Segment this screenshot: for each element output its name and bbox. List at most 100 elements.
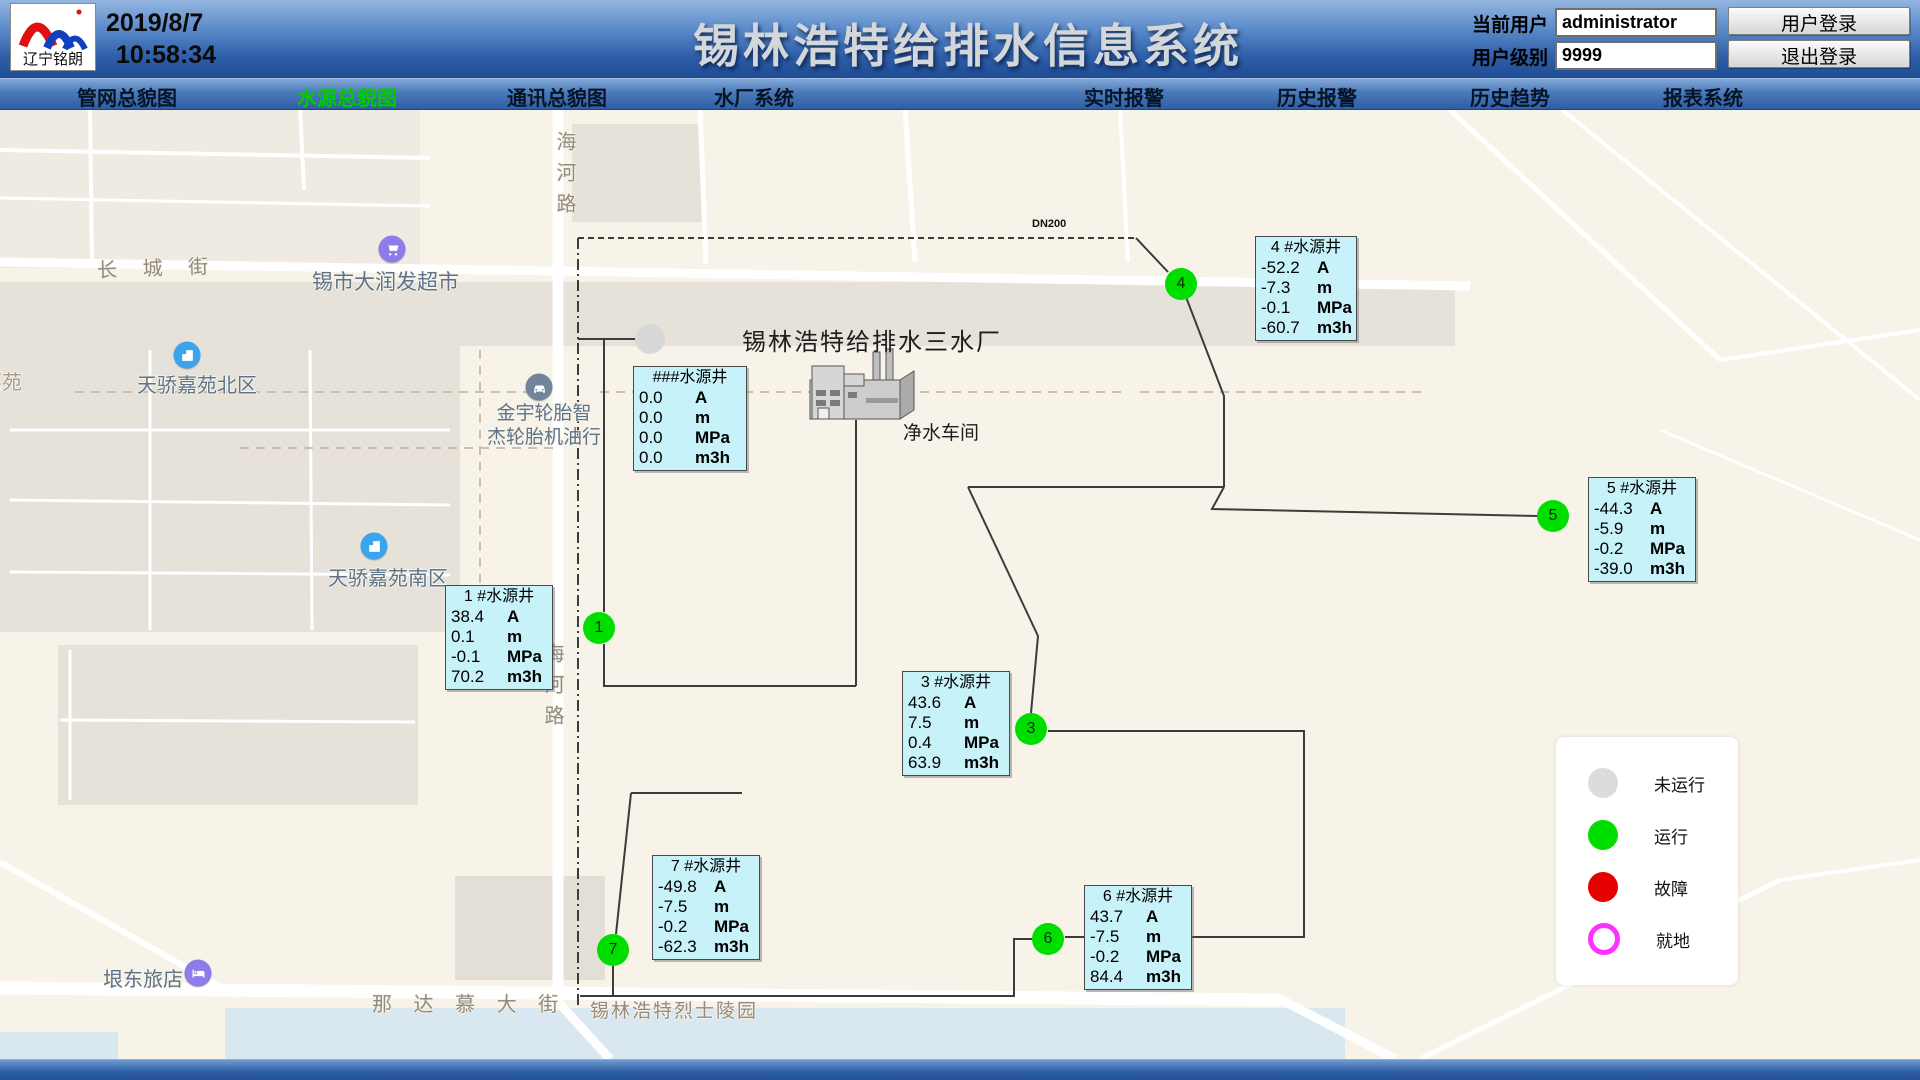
value-level: 7.5 [908, 713, 964, 733]
well-row-current: -52.2A [1256, 258, 1356, 278]
unit-flow: m3h [964, 753, 999, 773]
status-legend: 未运行 运行 故障 就地 [1556, 737, 1738, 985]
well-row-current: -44.3A [1589, 499, 1695, 519]
poi-label-south-residence: 天骄嘉苑南区 [328, 562, 448, 591]
current-date: 2019/8/7 [106, 7, 216, 39]
nav-waterworks-system[interactable]: 水厂系统 [714, 82, 794, 111]
login-button[interactable]: 用户登录 [1728, 7, 1910, 35]
unit-pressure: MPa [507, 647, 542, 667]
value-pressure: -0.1 [451, 647, 507, 667]
well-marker-6[interactable]: 6 [1032, 923, 1064, 955]
value-current: 43.6 [908, 693, 964, 713]
nav-pipe-network-overview[interactable]: 管网总貌图 [77, 82, 177, 111]
unit-level: m [1317, 278, 1332, 298]
scada-screen: 长 城 街 海河路 海河路 那 达 慕 大 街 锡林浩特烈士陵园 天骄嘉苑 锡市… [0, 0, 1920, 1080]
poi-label-tire-line1: 金宇轮胎智 [487, 402, 601, 426]
value-pressure: -0.2 [1594, 539, 1650, 559]
unit-current: A [1317, 258, 1329, 278]
supermarket-badge [379, 236, 406, 263]
well-row-flow: -39.0m3h [1589, 559, 1695, 579]
unit-flow: m3h [1146, 967, 1181, 987]
building-icon [366, 538, 382, 554]
unit-flow: m3h [695, 448, 730, 468]
nav-history-alarm[interactable]: 历史报警 [1277, 82, 1357, 111]
well-box-title: 4 #水源井 [1256, 237, 1356, 258]
well-marker-1[interactable]: 1 [583, 612, 615, 644]
map-blocks [0, 108, 1455, 980]
well-row-pressure: -0.2MPa [1589, 539, 1695, 559]
cart-icon [384, 241, 400, 257]
current-user-input[interactable] [1555, 8, 1717, 37]
well-row-level: -5.9m [1589, 519, 1695, 539]
well-box-3: 3 #水源井 43.6A 7.5m 0.4MPa 63.9m3h [902, 671, 1010, 776]
nav-history-trend[interactable]: 历史趋势 [1470, 82, 1550, 111]
unit-level: m [695, 408, 710, 428]
value-level: -7.5 [1090, 927, 1146, 947]
poi-label-tire-line2: 杰轮胎机油行 [487, 426, 601, 450]
well-row-flow: -62.3m3h [653, 937, 759, 957]
notrunning-status-icon [1588, 768, 1618, 798]
well-row-level: -7.3m [1256, 278, 1356, 298]
value-flow: 0.0 [639, 448, 695, 468]
well-marker-4[interactable]: 4 [1165, 268, 1197, 300]
bed-icon [190, 965, 206, 981]
well-box-4: 4 #水源井 -52.2A -7.3m -0.1MPa -60.7m3h [1255, 236, 1357, 341]
value-flow: -62.3 [658, 937, 714, 957]
logout-button[interactable]: 退出登录 [1728, 40, 1910, 68]
header-bar: 辽宁铭朗 2019/8/7 10:58:34 锡林浩特给排水信息系统 当前用户 … [0, 0, 1920, 79]
unit-pressure: MPa [1146, 947, 1181, 967]
well-box-title: 5 #水源井 [1589, 478, 1695, 499]
unit-pressure: MPa [1317, 298, 1352, 318]
value-current: 0.0 [639, 388, 695, 408]
street-label-haihe-north: 海河路 [550, 131, 579, 224]
unit-pressure: MPa [695, 428, 730, 448]
value-current: 43.7 [1090, 907, 1146, 927]
datetime-display: 2019/8/7 10:58:34 [106, 7, 216, 71]
well-row-flow: 84.4m3h [1085, 967, 1191, 987]
value-level: 0.1 [451, 627, 507, 647]
legend-item-running: 运行 [1556, 809, 1738, 861]
nav-realtime-alarm[interactable]: 实时报警 [1084, 82, 1164, 111]
bottom-status-bar [0, 1059, 1920, 1080]
plant-title: 锡林浩特给排水三水厂 [742, 322, 1002, 357]
well-marker-5[interactable]: 5 [1537, 500, 1569, 532]
well-marker-3[interactable]: 3 [1015, 713, 1047, 745]
nav-water-source-overview[interactable]: 水源总貌图 [297, 82, 397, 111]
car-icon [531, 379, 547, 395]
unit-pressure: MPa [714, 917, 749, 937]
well-row-level: -7.5m [1085, 927, 1191, 947]
well-marker-7[interactable]: 7 [597, 934, 629, 966]
unit-current: A [1650, 499, 1662, 519]
hotel-badge [185, 960, 212, 987]
well-row-pressure: -0.1MPa [1256, 298, 1356, 318]
marker-number: 1 [595, 619, 604, 637]
user-level-input[interactable] [1555, 41, 1717, 70]
plant-status-marker[interactable] [635, 324, 665, 354]
poi-label-cemetery: 锡林浩特烈士陵园 [590, 996, 758, 1023]
unit-current: A [507, 607, 519, 627]
fault-status-icon [1588, 872, 1618, 902]
value-flow: 84.4 [1090, 967, 1146, 987]
nav-report-system[interactable]: 报表系统 [1663, 82, 1743, 111]
well-row-level: -7.5m [653, 897, 759, 917]
unit-current: A [695, 388, 707, 408]
poi-label-north-residence: 天骄嘉苑北区 [137, 369, 257, 398]
value-pressure: 0.4 [908, 733, 964, 753]
nav-communication-overview[interactable]: 通讯总貌图 [507, 82, 607, 111]
unit-current: A [714, 877, 726, 897]
unit-level: m [1146, 927, 1161, 947]
well-row-current: 43.7A [1085, 907, 1191, 927]
well-box-plant: ###水源井 0.0A 0.0m 0.0MPa 0.0m3h [633, 366, 747, 471]
unit-flow: m3h [714, 937, 749, 957]
main-nav: 管网总貌图 水源总貌图 通讯总貌图 水厂系统 实时报警 历史报警 历史趋势 报表… [0, 78, 1920, 110]
user-level-label: 用户级别 [1458, 43, 1548, 70]
well-row-level: 7.5m [903, 713, 1009, 733]
value-level: -5.9 [1594, 519, 1650, 539]
marker-number: 4 [1177, 275, 1186, 293]
well-row-current: -49.8A [653, 877, 759, 897]
unit-flow: m3h [507, 667, 542, 687]
well-row-flow: 0.0m3h [634, 448, 746, 468]
marker-number: 3 [1027, 720, 1036, 738]
well-box-title: 6 #水源井 [1085, 886, 1191, 907]
well-row-pressure: -0.2MPa [1085, 947, 1191, 967]
